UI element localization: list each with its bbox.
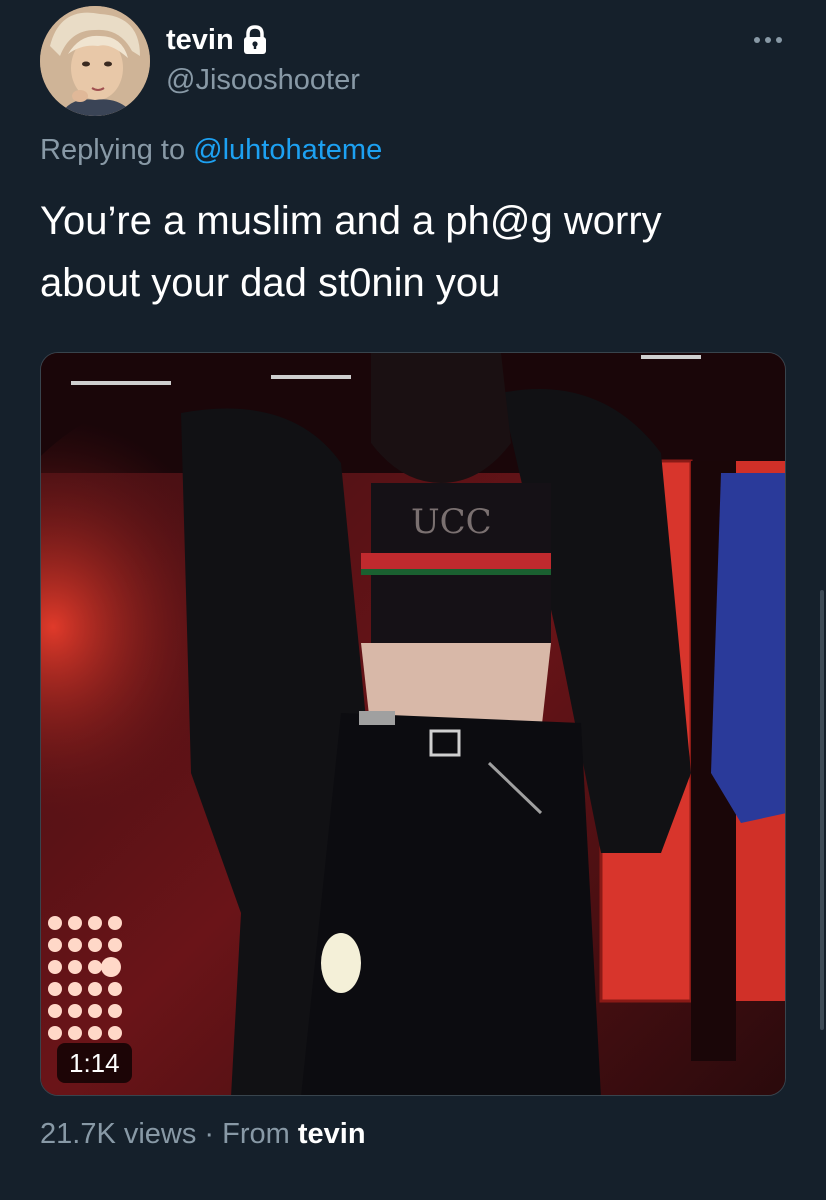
tweet: tevin @Jisooshooter Replying to @luhtoha…	[0, 0, 826, 1200]
tweet-text: You’re a muslim and a ph@g worry about y…	[40, 199, 662, 305]
display-name[interactable]: tevin	[166, 22, 234, 58]
replying-to-label: Replying to	[40, 134, 194, 166]
video-thumbnail: UCC	[41, 353, 785, 1095]
video-duration: 1:14	[57, 1043, 132, 1083]
lock-icon	[243, 25, 266, 54]
svg-text:UCC: UCC	[411, 502, 492, 542]
author-handle[interactable]: @Jisooshooter	[166, 62, 360, 98]
reply-mention-link[interactable]: @luhtohateme	[193, 134, 382, 166]
tweet-footer: 21.7K views · From tevin	[40, 1114, 366, 1154]
video-player[interactable]: UCC 1:14	[40, 352, 786, 1096]
more-dots-icon[interactable]	[752, 30, 784, 50]
source-link[interactable]: tevin	[298, 1114, 366, 1154]
avatar[interactable]	[40, 6, 150, 116]
view-count: 21.7K views	[40, 1118, 197, 1150]
author-name-row[interactable]: tevin	[166, 22, 268, 58]
scrollbar[interactable]	[820, 590, 824, 1030]
footer-separator: ·	[196, 1118, 223, 1150]
avatar-image	[40, 6, 150, 116]
replying-to: Replying to @luhtohateme	[40, 132, 382, 168]
from-label: From	[222, 1118, 298, 1150]
